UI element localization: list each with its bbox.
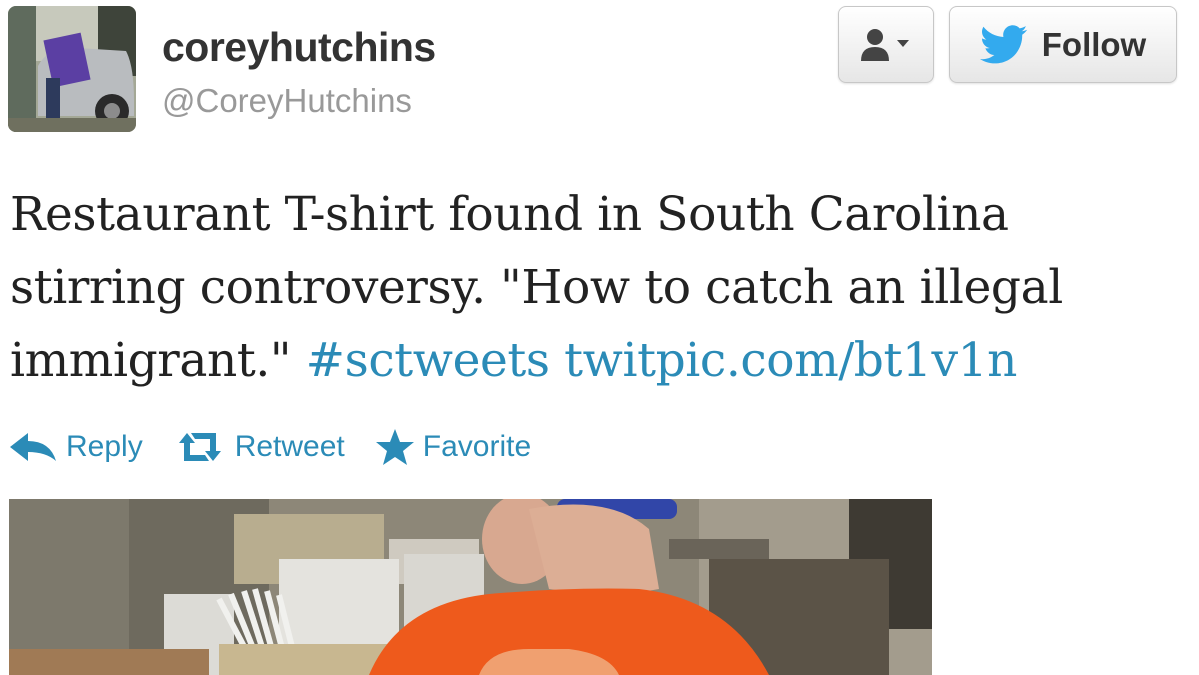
tweet-text: Restaurant T-shirt found in South Caroli…	[10, 178, 1190, 397]
reply-arrow-icon	[10, 433, 56, 461]
reply-action[interactable]: Reply	[8, 430, 143, 464]
person-dropdown-icon	[861, 28, 909, 61]
follow-label: Follow	[1041, 25, 1147, 63]
star-icon	[375, 429, 414, 465]
user-actions-dropdown-button[interactable]	[838, 6, 934, 83]
tweet-actions: Reply Retweet Favorite	[8, 422, 561, 472]
favorite-label: Favorite	[422, 430, 532, 463]
follow-button[interactable]: Follow	[949, 6, 1177, 83]
screen-name[interactable]: @CoreyHutchins	[162, 82, 412, 120]
retweet-action[interactable]: Retweet	[173, 429, 345, 465]
retweet-icon	[178, 433, 221, 461]
avatar-photo	[8, 6, 136, 132]
twitter-bird-icon	[979, 24, 1027, 63]
avatar[interactable]	[8, 6, 136, 132]
reply-label: Reply	[66, 430, 143, 463]
display-name[interactable]: coreyhutchins	[162, 24, 436, 71]
tweet-photo-image	[9, 499, 932, 675]
retweet-label: Retweet	[234, 430, 345, 463]
favorite-action[interactable]: Favorite	[375, 428, 531, 466]
tweet-photo[interactable]	[9, 499, 932, 675]
hashtag-link[interactable]: #sctweets	[306, 333, 550, 388]
twitpic-link[interactable]: twitpic.com/bt1v1n	[564, 333, 1017, 388]
